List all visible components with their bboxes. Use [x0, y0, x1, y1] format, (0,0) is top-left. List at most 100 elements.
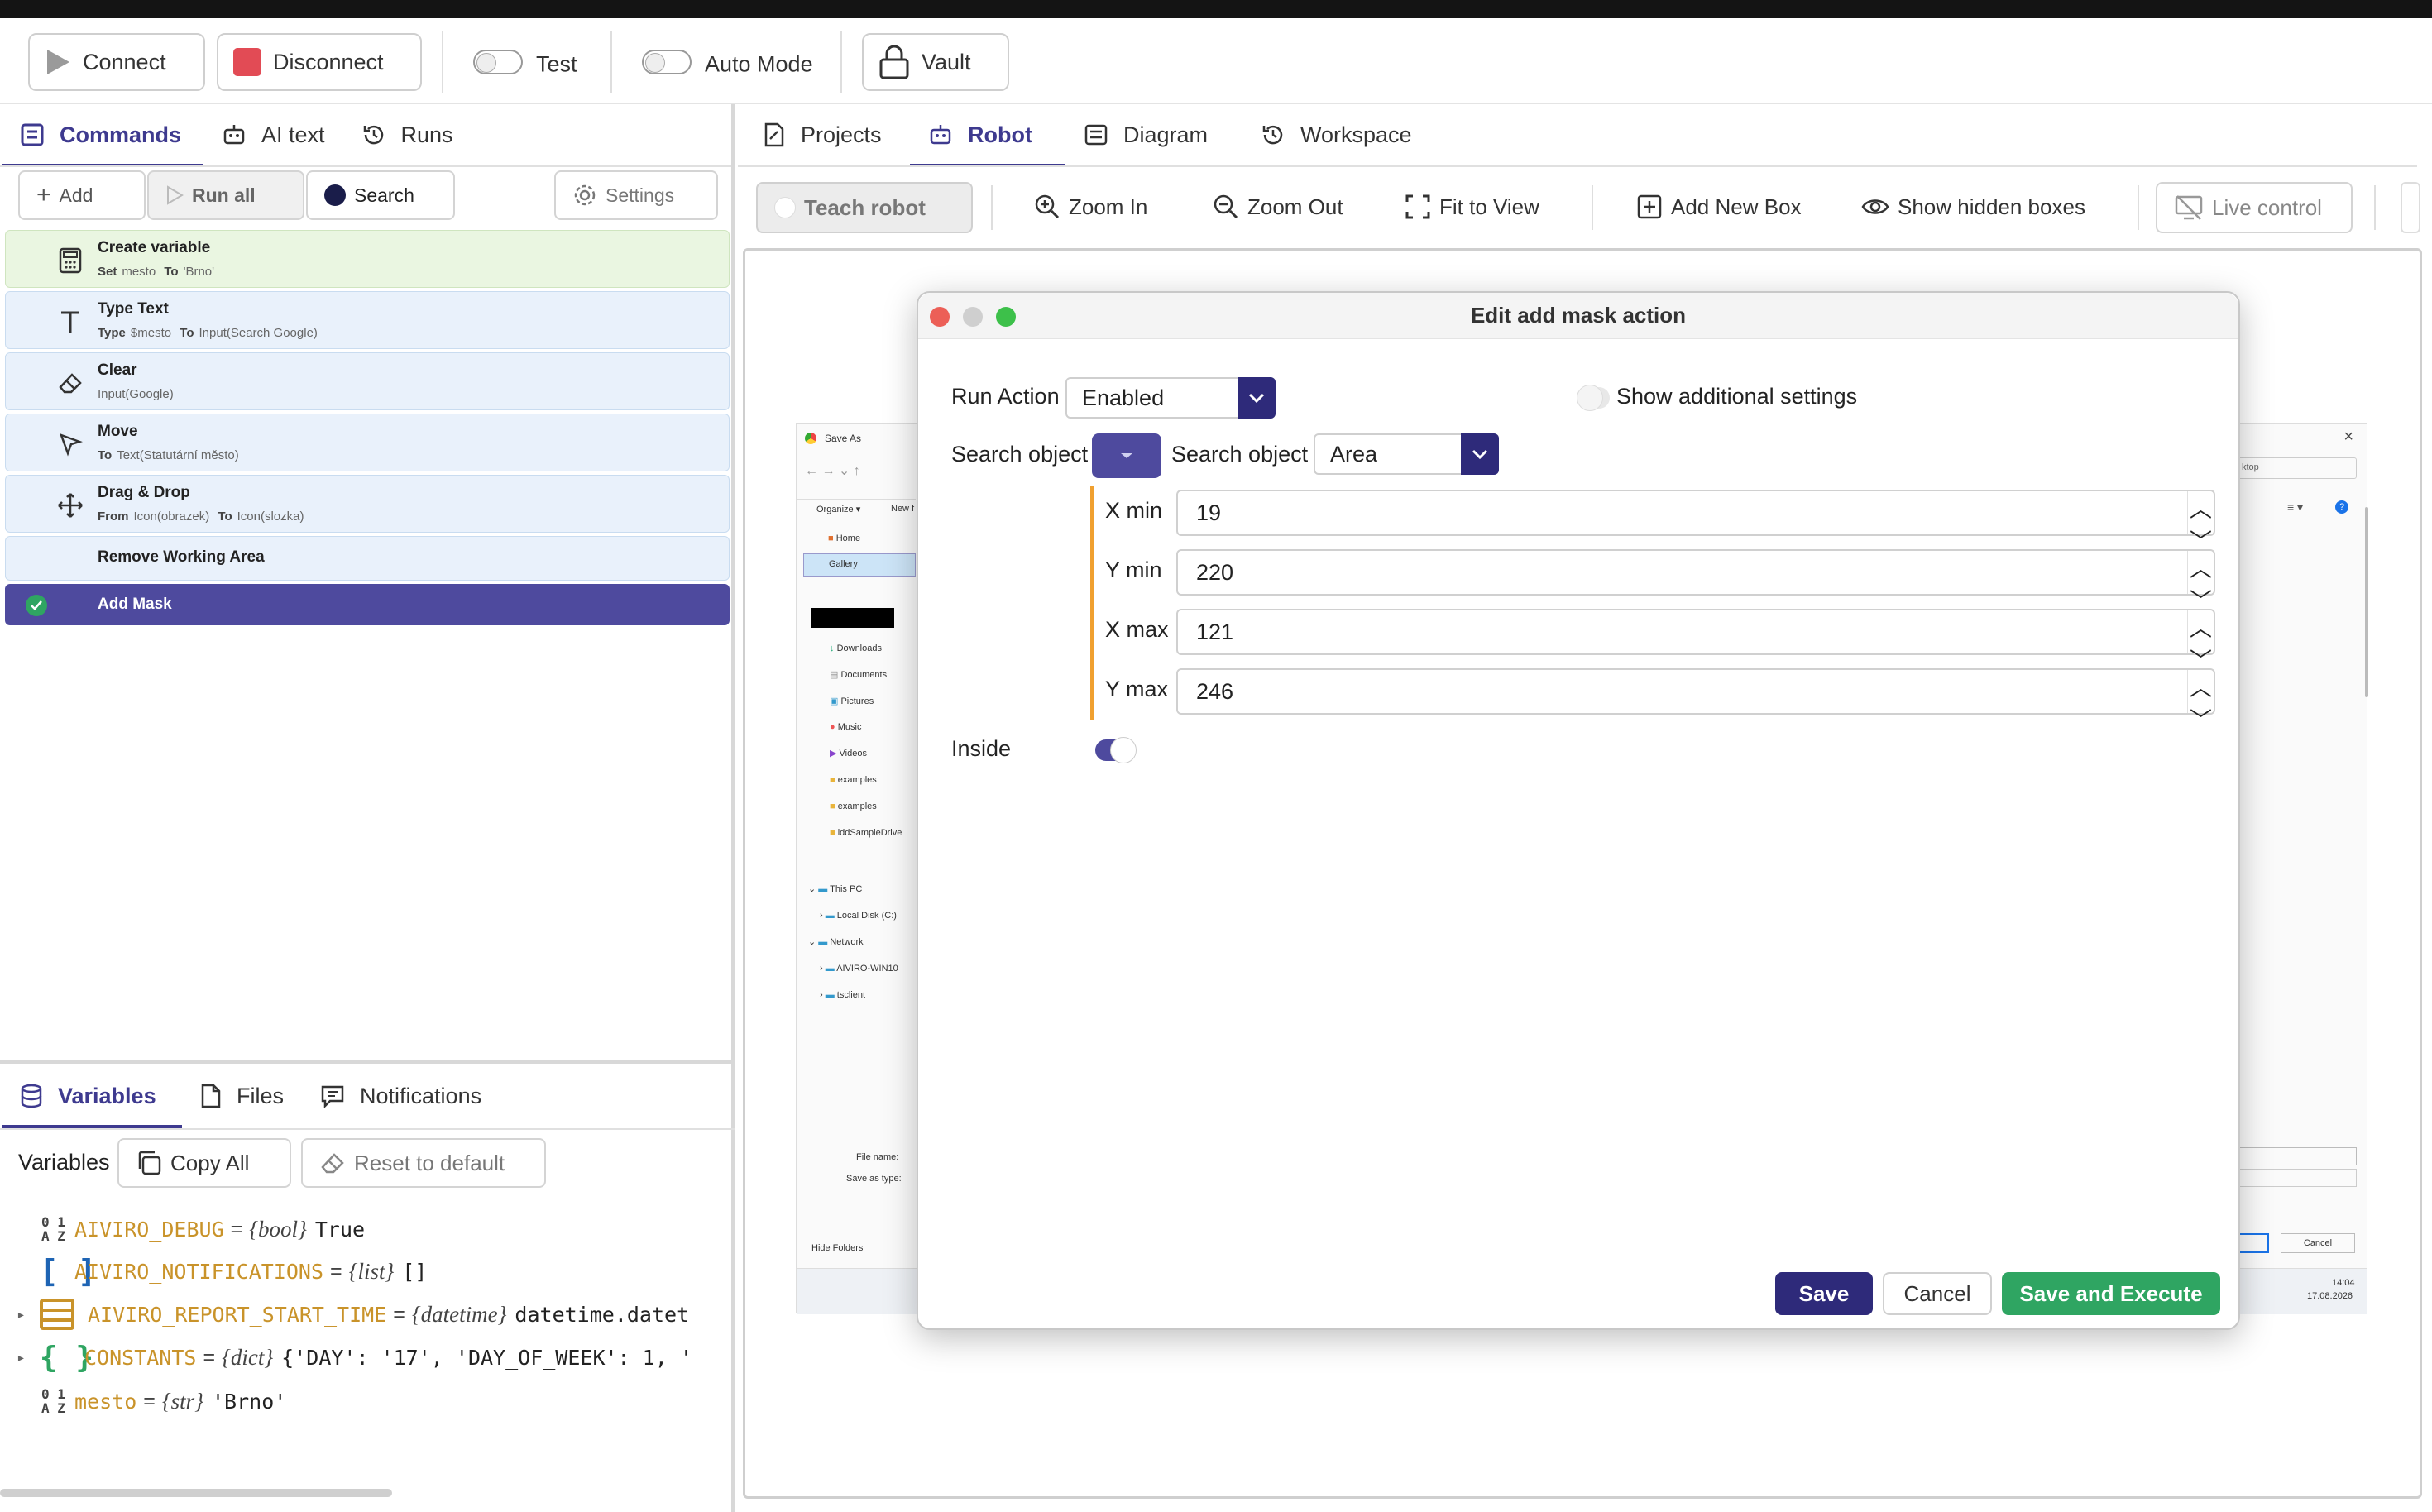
variable-type: {list} — [348, 1258, 395, 1284]
tab-workspace[interactable]: Workspace — [1242, 103, 1430, 167]
save-button[interactable]: Save — [1775, 1272, 1873, 1315]
history-icon — [1262, 125, 1283, 145]
y-min-field[interactable]: 220 ︿ ﹀ — [1176, 549, 2215, 614]
minimize-window-icon[interactable] — [963, 307, 983, 327]
variable-row[interactable]: 0 1A Z AIVIRO_DEBUG = {bool} True — [17, 1211, 365, 1247]
preview-window-title: Save As — [825, 433, 862, 444]
variable-row[interactable]: ▸ AIVIRO_REPORT_START_TIME = {datetime} … — [17, 1296, 689, 1333]
zoom-in-icon — [1035, 194, 1060, 219]
x-max-value: 121 — [1196, 619, 1234, 644]
preview-nav-home: ■ Home — [828, 534, 861, 543]
chevron-up-icon[interactable]: ︿ — [2190, 491, 2212, 524]
tab-notifications[interactable]: Notifications — [302, 1064, 500, 1128]
chevron-down-icon — [1461, 433, 1499, 475]
eraser-icon — [321, 1153, 344, 1174]
live-control-label: Live control — [2212, 194, 2322, 220]
x-min-field[interactable]: 19 ︿ ﹀ — [1176, 490, 2215, 554]
preview-nav-tree: ⌄ ▬ This PC › ▬ Local Disk (C:) ⌄ ▬ Netw… — [808, 884, 898, 1000]
y-max-field[interactable]: 246 ︿ ﹀ — [1176, 668, 2215, 733]
fit-to-view-button[interactable]: Fit to View — [1405, 182, 1539, 232]
cancel-button[interactable]: Cancel — [1883, 1272, 1992, 1315]
variable-value: {'DAY': '17', 'DAY_OF_WEEK': 1, ' — [281, 1345, 692, 1370]
live-control-button[interactable]: Live control — [2156, 182, 2353, 233]
toolbar-divider — [991, 185, 993, 230]
variable-row[interactable]: ▸ { } CONSTANTS = {dict} {'DAY': '17', '… — [17, 1339, 692, 1376]
show-hidden-boxes-button[interactable]: Show hidden boxes — [1861, 182, 2085, 232]
chevron-up-icon[interactable]: ︿ — [2190, 610, 2212, 643]
zoom-in-button[interactable]: Zoom In — [1034, 182, 1147, 232]
preview-hide-folders: Hide Folders — [811, 1243, 864, 1253]
horizontal-scrollbar[interactable] — [0, 1489, 392, 1497]
caret-down-icon — [1121, 453, 1132, 458]
preview-save-type-label: Save as type: — [846, 1174, 902, 1184]
search-object-picker[interactable] — [1092, 433, 1161, 478]
chevron-up-icon[interactable]: ︿ — [2190, 670, 2212, 702]
run-action-select[interactable]: Enabled — [1065, 377, 1276, 419]
toolbar-divider — [2374, 185, 2376, 230]
preview-file-name-label: File name: — [856, 1152, 899, 1162]
variable-row[interactable]: 0 1A Z mesto = {str} 'Brno' — [17, 1383, 286, 1419]
tab-diagram[interactable]: Diagram — [1065, 103, 1242, 167]
copy-all-label: Copy All — [170, 1150, 250, 1175]
connect-button[interactable]: Connect — [28, 33, 205, 91]
expand-arrow-icon[interactable]: ▸ — [17, 1349, 40, 1366]
search-object-type-label: Search object — [1171, 442, 1309, 467]
diagram-icon — [1084, 124, 1108, 146]
save-and-execute-button[interactable]: Save and Execute — [2002, 1272, 2220, 1315]
toggle-knob-icon — [774, 197, 796, 218]
add-new-box-button[interactable]: Add New Box — [1636, 182, 1802, 232]
preview-date: 17.08.2026 — [2307, 1291, 2353, 1301]
inside-label: Inside — [951, 736, 1012, 761]
close-window-icon[interactable] — [930, 307, 950, 327]
variable-name: AIVIRO_NOTIFICATIONS — [74, 1259, 324, 1284]
show-additional-label: Show additional settings — [1616, 384, 1858, 409]
y-min-stepper[interactable]: ︿ ﹀ — [2187, 551, 2214, 614]
equals-sign: = — [143, 1389, 156, 1413]
toolbar-divider — [840, 31, 842, 93]
show-additional-toggle[interactable] — [1577, 385, 1610, 411]
zoom-out-icon — [1214, 194, 1238, 219]
connect-label: Connect — [83, 49, 166, 74]
toggle-knob — [1110, 737, 1137, 763]
zoom-out-button[interactable]: Zoom Out — [1213, 182, 1343, 232]
copy-all-button[interactable]: Copy All — [117, 1138, 291, 1188]
disconnect-button[interactable]: Disconnect — [217, 33, 422, 91]
reset-button[interactable]: Reset to default — [301, 1138, 546, 1188]
variable-name: mesto — [74, 1389, 137, 1414]
overflow-button[interactable] — [2401, 182, 2420, 233]
chevron-down-icon[interactable]: ﹀ — [2190, 702, 2212, 734]
play-icon — [47, 50, 69, 74]
tab-projects[interactable]: Projects — [744, 103, 910, 167]
close-icon: × — [2343, 428, 2353, 446]
search-object-select[interactable]: Area — [1314, 433, 1499, 475]
maximize-window-icon[interactable] — [996, 307, 1016, 327]
equals-sign: = — [393, 1302, 405, 1326]
run-action-value: Enabled — [1082, 385, 1165, 410]
variable-row[interactable]: [ ] AIVIRO_NOTIFICATIONS = {list} [] — [17, 1253, 427, 1290]
lock-icon — [879, 45, 909, 79]
chevron-up-icon[interactable]: ︿ — [2190, 551, 2212, 583]
tab-files-label: Files — [237, 1083, 285, 1108]
reset-label: Reset to default — [354, 1150, 505, 1175]
string-type-icon: 0 1A Z — [41, 1386, 65, 1416]
expand-arrow-icon[interactable]: ▸ — [17, 1306, 40, 1323]
variable-value: True — [314, 1217, 366, 1242]
x-max-field[interactable]: 121 ︿ ﹀ — [1176, 609, 2215, 673]
x-min-stepper[interactable]: ︿ ﹀ — [2187, 491, 2214, 554]
tab-files[interactable]: Files — [182, 1064, 302, 1128]
inside-toggle[interactable] — [1095, 737, 1137, 763]
tab-projects-label: Projects — [801, 122, 882, 147]
y-max-stepper[interactable]: ︿ ﹀ — [2187, 670, 2214, 733]
run-action-label: Run Action — [951, 384, 1060, 409]
vault-button[interactable]: Vault — [862, 33, 1009, 91]
preview-divider — [797, 499, 916, 500]
bottom-tabbar: Variables Files Notifications — [2, 1064, 500, 1128]
test-toggle[interactable] — [473, 50, 523, 74]
tab-variables[interactable]: Variables — [2, 1064, 182, 1128]
test-label: Test — [536, 51, 577, 77]
auto-mode-toggle[interactable] — [642, 50, 692, 74]
tab-robot[interactable]: Robot — [910, 103, 1065, 167]
teach-robot-button[interactable]: Teach robot — [756, 182, 973, 233]
x-max-stepper[interactable]: ︿ ﹀ — [2187, 610, 2214, 673]
equals-sign: = — [203, 1345, 216, 1369]
